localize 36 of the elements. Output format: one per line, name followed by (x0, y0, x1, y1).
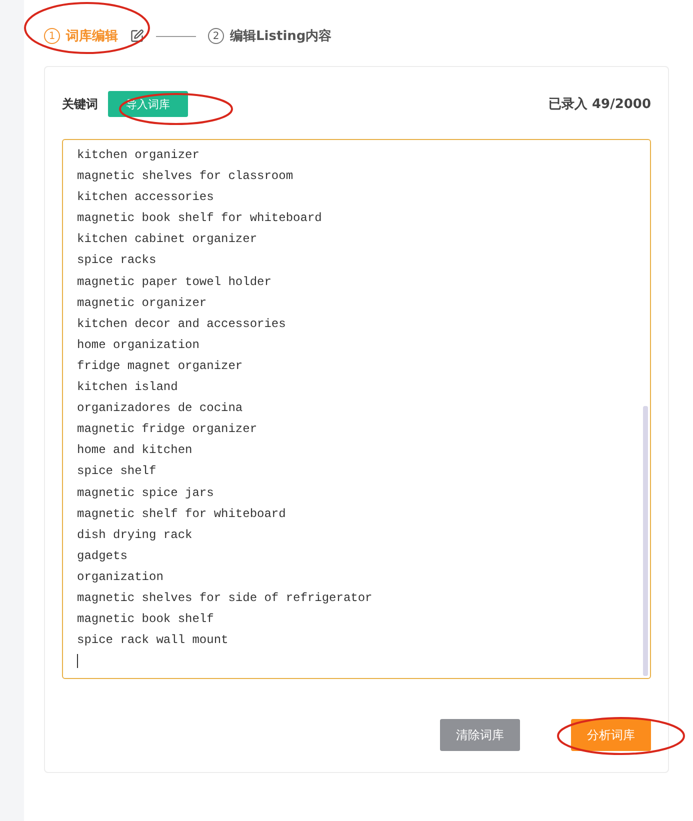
analyze-button[interactable]: 分析词库 (571, 719, 651, 751)
keyword-line: kitchen decor and accessories (77, 316, 287, 333)
keyword-line: gadgets (77, 548, 128, 565)
keyword-label: 关键词 (62, 96, 98, 112)
keyword-line: organization (77, 568, 164, 586)
keyword-count: 已录入 49/2000 (548, 96, 651, 113)
keyword-line: magnetic fridge organizer (77, 421, 258, 438)
keyword-input-field[interactable] (62, 139, 651, 679)
keyword-line: magnetic organizer (77, 294, 208, 312)
keyword-line: home and kitchen (77, 442, 194, 460)
keyword-line: magnetic shelves for side of refrigerator (77, 590, 374, 607)
keyword-line: magnetic shelf for whiteboard (77, 506, 287, 523)
keyword-line: home organization (77, 336, 200, 354)
scrollbar-thumb[interactable] (643, 406, 648, 676)
keyword-line: magnetic book shelf (77, 611, 215, 628)
keyword-line: spice rack wall mount (77, 632, 230, 650)
keyword-line: spice racks (77, 252, 158, 270)
step-label[interactable]: 编辑Listing内容 (230, 27, 332, 45)
keyword-line: magnetic spice jars (77, 484, 215, 502)
edit-icon[interactable] (130, 29, 144, 43)
keyword-line: magnetic paper towel holder (77, 274, 272, 291)
step-label[interactable]: 词库编辑 (66, 27, 118, 45)
step-number: 1 (44, 28, 60, 44)
keyword-line: organizadores de cocina (77, 400, 244, 418)
clear-button[interactable]: 清除词库 (440, 719, 520, 751)
keyword-line: kitchen accessories (77, 189, 215, 206)
keyword-line: dish drying rack (77, 526, 194, 544)
keyword-line: fridge magnet organizer (77, 358, 244, 375)
keyword-line: spice shelf (77, 463, 158, 480)
keyword-line: magnetic book shelf for whiteboard (77, 210, 323, 228)
text-caret (77, 654, 78, 668)
keyword-line: kitchen island (77, 379, 179, 396)
keyword-line: magnetic shelves for classroom (77, 168, 294, 186)
keyword-line: kitchen cabinet organizer (77, 231, 258, 248)
keyword-line: kitchen organizer (77, 147, 200, 164)
step-number: 2 (208, 28, 224, 44)
